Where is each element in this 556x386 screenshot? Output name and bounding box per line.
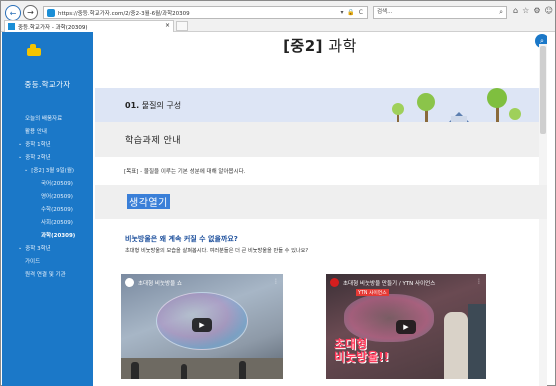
video-title[interactable]: 초대형 비눗방울 만들기 / YTN 사이언스 <box>343 279 435 287</box>
think-band: 생각열기 <box>95 185 547 219</box>
sidebar-item-remote[interactable]: 원격 연결 및 기관 <box>2 267 93 280</box>
forward-button[interactable]: → <box>23 5 38 20</box>
close-tab-icon[interactable]: × <box>165 22 170 29</box>
address-controls[interactable]: ▾ 🔒 C <box>341 9 365 16</box>
tab-title: 중등.학교가자 - 과학(20309) <box>18 24 88 31</box>
home-icon[interactable]: ⌂ <box>513 6 518 18</box>
play-icon: ▶ <box>199 321 205 329</box>
address-bar[interactable]: https://중등.학교가자.com/2/중2-3월-6월/과학20309 ▾… <box>43 6 368 19</box>
star-icon[interactable]: ☆ <box>522 6 529 18</box>
chevron-down-icon: ⌄ <box>18 153 23 160</box>
task-band: 학습과제 안내 <box>95 122 547 157</box>
site-favicon-icon <box>47 8 55 17</box>
sidebar-item-social[interactable]: 사회(20509) <box>2 215 93 228</box>
browser-window: ← → https://중등.학교가자.com/2/중2-3월-6월/과학203… <box>0 0 556 386</box>
video-title[interactable]: 초대형 비눗방울 쇼 <box>138 279 182 287</box>
new-tab-button[interactable] <box>176 21 188 31</box>
play-icon: ▶ <box>403 323 409 331</box>
bubble-image <box>344 294 434 342</box>
address-url: https://중등.학교가자.com/2/중2-3월-6월/과학20309 <box>58 10 190 17</box>
search-placeholder: 검색... <box>377 9 393 15</box>
channel-avatar-icon[interactable] <box>330 278 339 287</box>
sidebar: 중등.학교가자 오늘의 배움자료 활용 안내 ⌄ 중학 1학년 ⌄ 중학 2학년 ⌄… <box>2 32 93 386</box>
sidebar-item-guide[interactable]: 가이드 <box>2 254 93 267</box>
person-figure <box>468 304 486 379</box>
ground-image <box>121 358 283 379</box>
arrow-left-icon: ← <box>9 8 17 18</box>
sidebar-item-grade-2[interactable]: ⌄ 중학 2학년 <box>2 150 93 163</box>
play-button[interactable]: ▶ <box>192 318 212 332</box>
sidebar-menu: 오늘의 배움자료 활용 안내 ⌄ 중학 1학년 ⌄ 중학 2학년 ⌄ [중2] 3월 … <box>2 111 93 280</box>
tab-favicon-icon <box>8 23 15 30</box>
chevron-down-icon: ⌄ <box>18 244 23 251</box>
task-heading: 학습과제 안내 <box>125 136 182 146</box>
chevron-down-icon: ⌄ <box>18 140 23 147</box>
person-figure <box>181 364 187 379</box>
channel-avatar-icon[interactable] <box>125 278 134 287</box>
unit-title: 01. 물질의 구성 <box>125 101 182 110</box>
sidebar-item-korean[interactable]: 국어(20509) <box>2 176 93 189</box>
think-label: 생각열기 <box>127 194 170 209</box>
search-box[interactable]: 검색... ⌕ <box>373 6 507 19</box>
video-header: 초대형 비눗방울 만들기 / YTN 사이언스 <box>330 278 435 287</box>
browser-toolbar: ← → https://중등.학교가자.com/2/중2-3월-6월/과학203… <box>1 1 555 32</box>
sidebar-item-science[interactable]: 과학(20309) <box>2 228 93 241</box>
video-header: 초대형 비눗방울 쇼 <box>125 278 182 287</box>
more-vertical-icon[interactable]: ⋮ <box>476 278 482 285</box>
video-player-2[interactable]: YTN 사이언스 초대형 비눗방울!! 초대형 비눗방울 만들기 / YTN 사이… <box>326 274 486 379</box>
question-subtext: 초대형 비눗방울의 모습을 살펴봅시다. 여러분들은 더 큰 비눗방울을 만들 … <box>125 248 309 254</box>
browser-tab[interactable]: 중등.학교가자 - 과학(20309) × <box>4 20 174 32</box>
question-heading: 비눗방울은 왜 계속 커질 수 없을까요? <box>125 235 238 243</box>
toolbar-icons: ⌂ ☆ ⚙ ☺ <box>513 6 553 18</box>
sidebar-item-grade-1[interactable]: ⌄ 중학 1학년 <box>2 137 93 150</box>
site-title[interactable]: 중등.학교가자 <box>2 79 93 90</box>
video-overlay-text: 초대형 비눗방울!! <box>334 337 390 364</box>
search-icon[interactable]: ⌕ <box>499 7 503 18</box>
sidebar-item-today[interactable]: 오늘의 배움자료 <box>2 111 93 124</box>
scrollbar-thumb[interactable] <box>540 46 546 134</box>
channel-tag: YTN 사이언스 <box>356 289 389 296</box>
video-player-1[interactable]: 초대형 비눗방울 쇼 ⋮ ▶ <box>121 274 283 379</box>
person-figure <box>239 361 246 379</box>
person-figure <box>444 312 468 379</box>
trees-illustration <box>392 88 521 122</box>
sidebar-item-grade-3[interactable]: ⌄ 중학 3학년 <box>2 241 93 254</box>
more-vertical-icon[interactable]: ⋮ <box>273 278 279 285</box>
person-figure <box>131 362 139 379</box>
sidebar-item-guide-usage[interactable]: 활용 안내 <box>2 124 93 137</box>
play-button[interactable]: ▶ <box>396 320 416 334</box>
sidebar-item-math[interactable]: 수학(20509) <box>2 202 93 215</box>
gear-icon[interactable]: ⚙ <box>533 6 540 18</box>
sidebar-item-english[interactable]: 영어(20509) <box>2 189 93 202</box>
page-title: [중2] 과학 <box>283 37 357 55</box>
smiley-icon[interactable]: ☺ <box>545 6 553 18</box>
objective-text: [목표] - 물질을 이루는 기본 성분에 대해 알아봅시다. <box>124 169 246 175</box>
unit-banner: 01. 물질의 구성 <box>95 88 547 122</box>
back-button[interactable]: ← <box>5 5 21 21</box>
sidebar-item-day[interactable]: ⌄ [중2] 3월 9일(월) <box>2 163 93 176</box>
arrow-right-icon: → <box>27 8 34 17</box>
logo-icon[interactable] <box>27 44 41 56</box>
main-content: [중2] 과학 ⌕ 01. 물질의 구성 학습과제 안내 [목표] - 물질을 … <box>93 32 547 386</box>
chevron-down-icon: ⌄ <box>24 166 29 173</box>
